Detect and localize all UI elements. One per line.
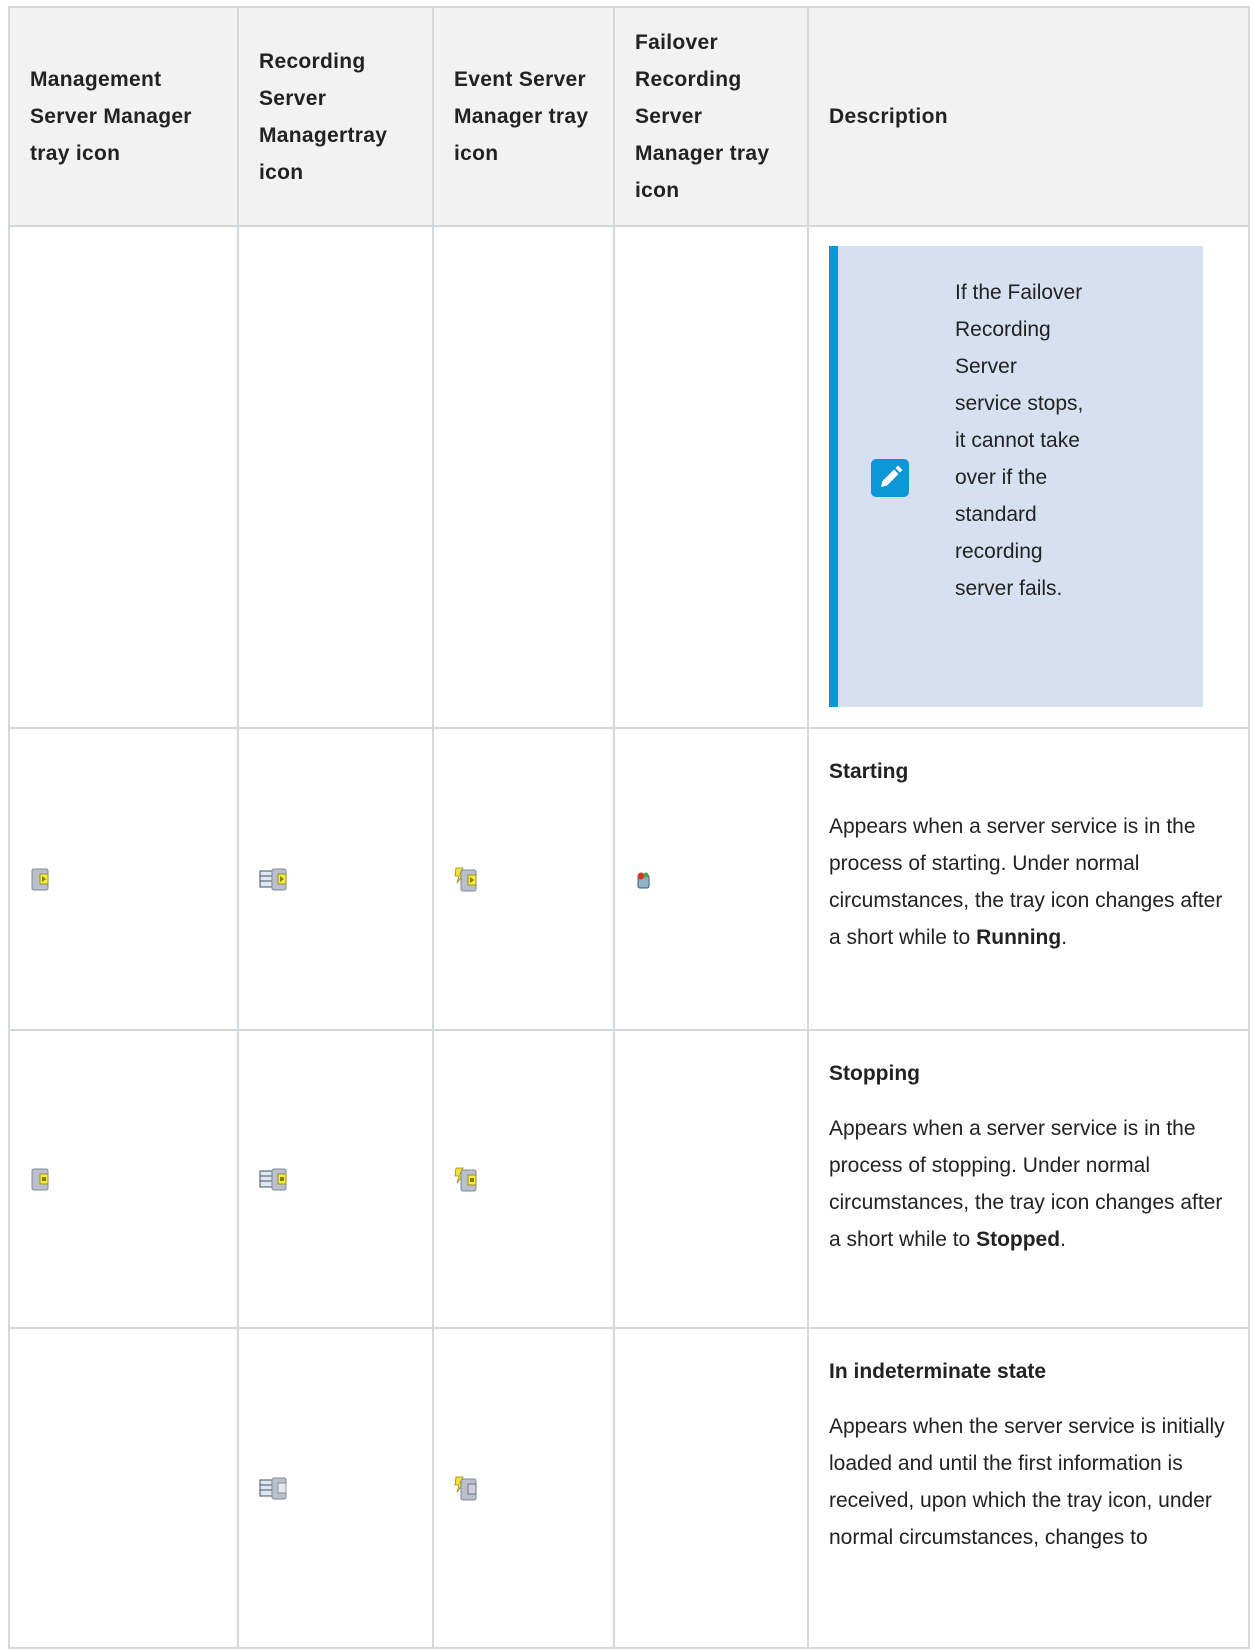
table-row: Starting Appears when a server service i… — [8, 727, 1250, 1031]
empty-cell — [8, 225, 239, 729]
table-row: Stopping Appears when a server service i… — [8, 1029, 1250, 1329]
empty-cell — [613, 225, 809, 729]
state-title: In indeterminate state — [829, 1360, 1047, 1383]
description-cell: Starting Appears when a server service i… — [807, 727, 1250, 1031]
empty-cell — [237, 225, 434, 729]
icon-cell — [432, 1327, 615, 1649]
event-server-indeterminate-icon — [454, 1476, 477, 1501]
icon-cell — [613, 727, 809, 1031]
note-box: If the Failover Recording Server service… — [829, 246, 1203, 707]
state-description: Appears when the server service is initi… — [829, 1415, 1225, 1549]
event-server-stopping-icon — [454, 1167, 477, 1192]
icon-cell — [237, 1327, 434, 1649]
table-row-note: If the Failover Recording Server service… — [8, 225, 1250, 729]
tray-icon-table: Management Server Manager tray icon Reco… — [8, 6, 1250, 1649]
state-title: Stopping — [829, 1062, 920, 1085]
icon-cell — [432, 1029, 615, 1329]
header-description: Description — [807, 6, 1250, 227]
description-cell: In indeterminate state Appears when the … — [807, 1327, 1250, 1649]
empty-cell — [432, 225, 615, 729]
state-description: Appears when a server service is in the … — [829, 1110, 1228, 1258]
failover-server-starting-icon — [637, 872, 650, 889]
description-cell: Stopping Appears when a server service i… — [807, 1029, 1250, 1329]
description-end: . — [1060, 1228, 1066, 1251]
description-cell: If the Failover Recording Server service… — [807, 225, 1250, 729]
icon-cell — [432, 727, 615, 1031]
icon-cell — [237, 727, 434, 1031]
header-recording-server: Recording Server Managertray icon — [237, 6, 434, 227]
header-row: Management Server Manager tray icon Reco… — [8, 6, 1250, 227]
empty-cell — [613, 1029, 809, 1329]
header-management-server: Management Server Manager tray icon — [8, 6, 239, 227]
recording-server-starting-icon — [259, 868, 287, 891]
recording-server-indeterminate-icon — [259, 1477, 287, 1500]
state-title: Starting — [829, 760, 909, 783]
description-end: . — [1061, 926, 1068, 949]
recording-server-stopping-icon — [259, 1168, 287, 1191]
pencil-icon — [871, 459, 909, 497]
state-description: Appears when a server service is in the … — [829, 808, 1228, 956]
icon-cell — [8, 727, 239, 1031]
management-server-starting-icon — [31, 868, 49, 891]
event-server-starting-icon — [454, 867, 477, 892]
table-row: In indeterminate state Appears when the … — [8, 1327, 1250, 1649]
empty-cell — [8, 1327, 239, 1649]
note-text: If the Failover Recording Server service… — [955, 281, 1084, 600]
header-failover-server: Failover Recording Server Manager tray i… — [613, 6, 809, 227]
empty-cell — [613, 1327, 809, 1649]
state-target: Running — [976, 926, 1062, 949]
header-event-server: Event Server Manager tray icon — [432, 6, 615, 227]
icon-cell — [237, 1029, 434, 1329]
management-server-stopping-icon — [31, 1168, 49, 1191]
icon-cell — [8, 1029, 239, 1329]
state-target: Stopped — [976, 1228, 1061, 1251]
